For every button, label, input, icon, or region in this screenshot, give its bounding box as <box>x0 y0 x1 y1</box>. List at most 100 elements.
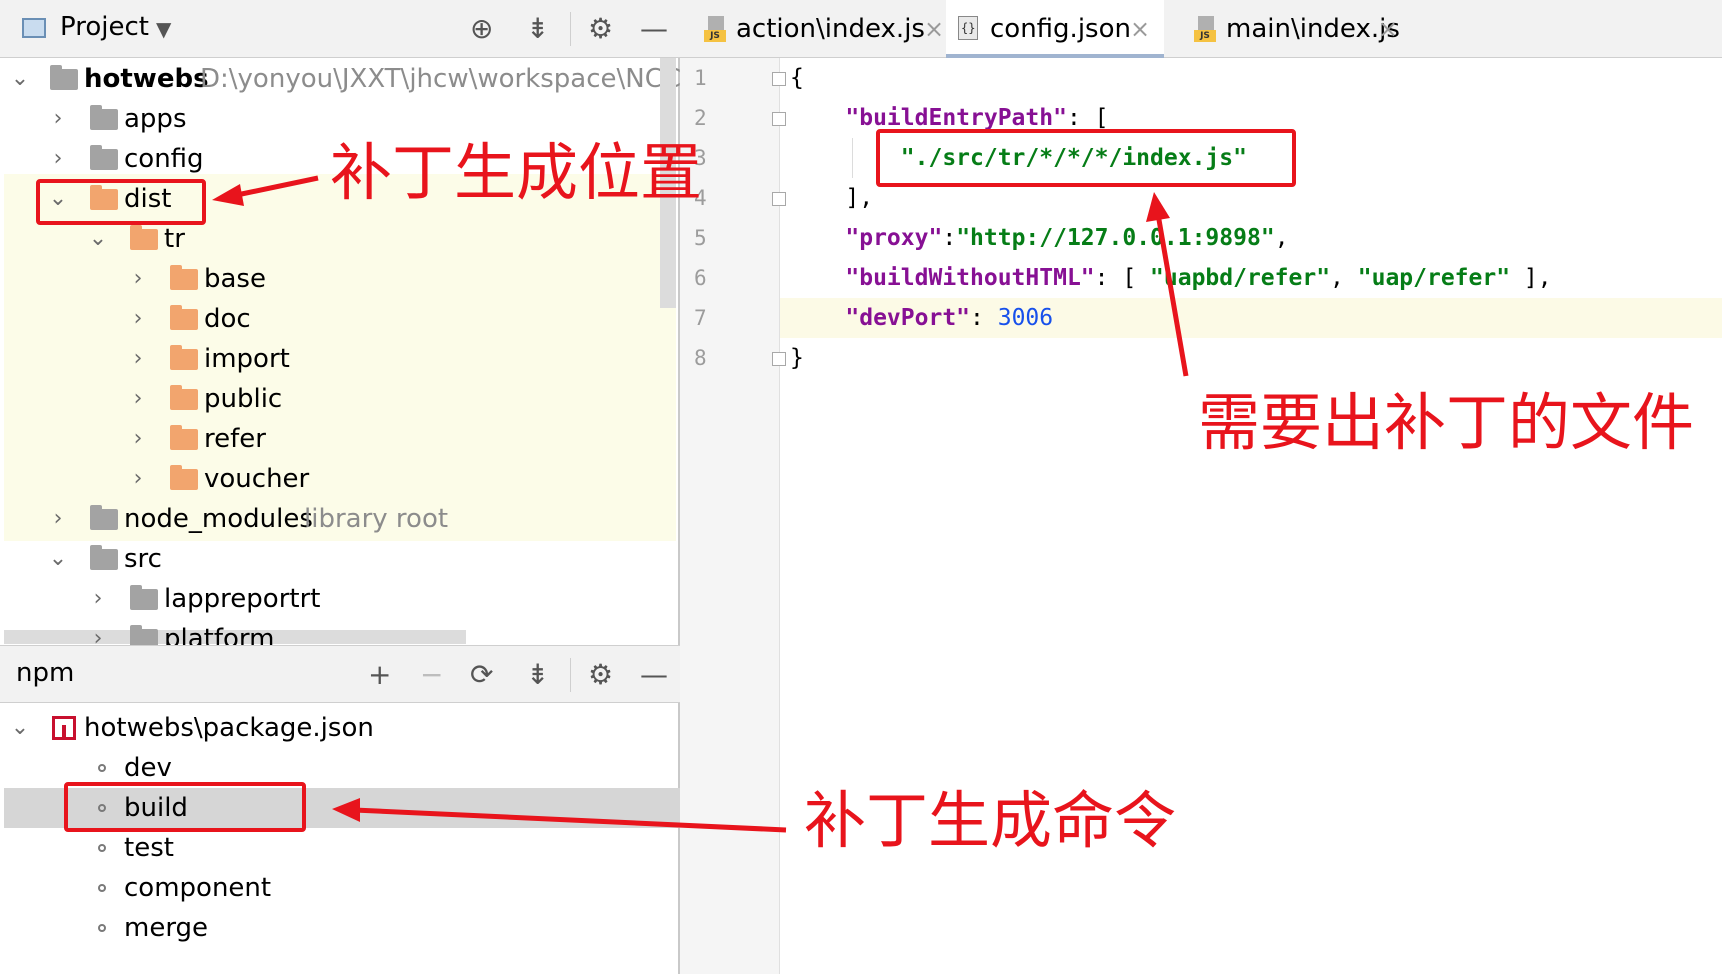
minus-icon[interactable]: − <box>420 658 443 692</box>
line-number: 5 <box>694 226 707 250</box>
annotation-patch-location: 补丁生成位置 <box>330 136 703 209</box>
tree-item-platform[interactable]: › platform <box>0 619 676 645</box>
chevron-right-icon[interactable]: › <box>126 339 150 379</box>
chevron-down-icon[interactable]: ⌄ <box>86 219 110 259</box>
tree-item-hotwebs[interactable]: ⌄ hotwebs D:\yonyou\JXXT\jhcw\workspace\… <box>0 59 731 99</box>
npm-script-test[interactable]: test <box>0 828 676 868</box>
chevron-right-icon[interactable]: › <box>46 499 70 539</box>
tab-label: action\index.js <box>736 14 925 44</box>
chevron-down-icon[interactable]: ⌄ <box>46 539 70 579</box>
folder-icon <box>90 545 118 570</box>
tab-action-index-js[interactable]: JS action\index.js × <box>692 0 944 58</box>
tree-item-tr[interactable]: ⌄ tr <box>0 219 676 259</box>
npm-script-merge[interactable]: merge <box>0 908 676 948</box>
code-line-6: "buildWithoutHTML": [ "uapbd/refer", "ua… <box>790 258 1552 298</box>
close-icon[interactable]: × <box>924 0 944 58</box>
tree-item-path: D:\yonyou\JXXT\jhcw\workspace\NCC200 <box>200 64 731 94</box>
chevron-right-icon[interactable]: › <box>126 299 150 339</box>
tree-item-label: base <box>204 264 266 294</box>
chevron-right-icon[interactable]: › <box>46 99 70 139</box>
tree-item-node-modules[interactable]: › node_modules library root <box>0 499 676 539</box>
collapse-all-icon[interactable]: ⇟ <box>526 658 549 692</box>
tree-item-public[interactable]: › public <box>0 379 676 419</box>
punctuation: ], <box>1510 265 1552 291</box>
chevron-right-icon[interactable]: › <box>126 379 150 419</box>
folder-icon <box>90 105 118 130</box>
chevron-right-icon[interactable]: › <box>126 259 150 299</box>
chevron-right-icon[interactable]: › <box>46 139 70 179</box>
json-string: "http://127.0.0.1:9898" <box>956 225 1275 251</box>
refresh-icon[interactable]: ⟳ <box>470 658 493 692</box>
line-number: 2 <box>694 106 707 130</box>
chevron-right-icon[interactable]: › <box>86 579 110 619</box>
folder-icon <box>130 585 158 610</box>
tree-item-label: import <box>204 344 290 374</box>
tree-item-import[interactable]: › import <box>0 339 676 379</box>
tab-main-index-js[interactable]: JS main\index.js × <box>1182 0 1412 58</box>
fold-marker-icon[interactable] <box>772 72 786 86</box>
folder-icon <box>130 625 158 645</box>
json-key: "proxy" <box>845 225 943 251</box>
tree-item-apps[interactable]: › apps <box>0 99 676 139</box>
punctuation: ], <box>845 185 874 211</box>
hide-panel-icon[interactable]: — <box>640 12 668 46</box>
tree-item-label: lappreportrt <box>164 584 321 614</box>
folder-icon <box>170 265 198 290</box>
gear-icon[interactable]: ⚙ <box>588 658 613 692</box>
tree-item-src[interactable]: ⌄ src <box>0 539 676 579</box>
npm-script-label: component <box>124 873 272 903</box>
plus-icon[interactable]: + <box>368 658 391 692</box>
punctuation: : [ <box>1066 105 1109 131</box>
json-string: "uapbd/refer" <box>1150 265 1331 291</box>
tree-item-label: node_modules <box>124 504 313 534</box>
highlight-box-entry-path <box>876 129 1296 187</box>
punctuation: : <box>942 225 957 251</box>
code-line-7: "devPort": 3006 <box>790 298 1053 338</box>
chevron-right-icon[interactable]: › <box>86 619 110 645</box>
folder-icon <box>170 465 198 490</box>
close-icon[interactable]: × <box>1130 0 1150 58</box>
annotation-patch-command: 补丁生成命令 <box>804 784 1177 857</box>
punctuation: : <box>970 305 998 331</box>
brace: { <box>790 65 804 91</box>
collapse-all-icon[interactable]: ⇟ <box>526 12 549 46</box>
tree-item-label: tr <box>164 224 185 254</box>
tree-item-refer[interactable]: › refer <box>0 419 676 459</box>
tree-item-voucher[interactable]: › voucher <box>0 459 676 499</box>
folder-icon <box>170 305 198 330</box>
locate-icon[interactable]: ⊕ <box>470 12 493 46</box>
tree-item-doc[interactable]: › doc <box>0 299 676 339</box>
fold-marker-icon[interactable] <box>772 352 786 366</box>
script-bullet-icon <box>98 924 106 932</box>
tree-item-label: refer <box>204 424 266 454</box>
npm-package-item[interactable]: ⌄ hotwebs\package.json <box>0 708 676 748</box>
gear-icon[interactable]: ⚙ <box>588 12 613 46</box>
tree-item-lappreportrt[interactable]: › lappreportrt <box>0 579 676 619</box>
code-line-5: "proxy":"http://127.0.0.1:9898", <box>790 218 1288 258</box>
project-panel-header: Project ▼ ⊕ ⇟ ⚙ — <box>0 0 680 58</box>
tree-item-label: hotwebs <box>84 64 209 94</box>
fold-marker-icon[interactable] <box>772 192 786 206</box>
library-root-note: library root <box>304 504 449 534</box>
hide-panel-icon[interactable]: — <box>640 658 668 692</box>
tree-item-base[interactable]: › base <box>0 259 676 299</box>
line-number: 8 <box>694 346 707 370</box>
tab-config-json[interactable]: {} config.json × <box>946 0 1164 58</box>
close-icon[interactable]: × <box>1378 0 1398 58</box>
chevron-down-icon[interactable]: ⌄ <box>8 59 32 99</box>
fold-marker-icon[interactable] <box>772 112 786 126</box>
project-panel-title[interactable]: Project <box>60 12 149 42</box>
tree-item-label: config <box>124 144 204 174</box>
json-string: "uap/refer" <box>1357 265 1511 291</box>
chevron-right-icon[interactable]: › <box>126 419 150 459</box>
highlight-box-build <box>64 782 306 832</box>
json-number: 3006 <box>997 305 1054 331</box>
chevron-down-icon[interactable]: ⌄ <box>8 708 32 748</box>
folder-icon <box>50 65 78 90</box>
project-view-icon <box>22 18 46 38</box>
npm-script-component[interactable]: component <box>0 868 676 908</box>
script-bullet-icon <box>98 844 106 852</box>
chevron-down-icon[interactable]: ▼ <box>156 12 171 46</box>
json-key: "buildEntryPath" <box>845 105 1067 131</box>
chevron-right-icon[interactable]: › <box>126 459 150 499</box>
